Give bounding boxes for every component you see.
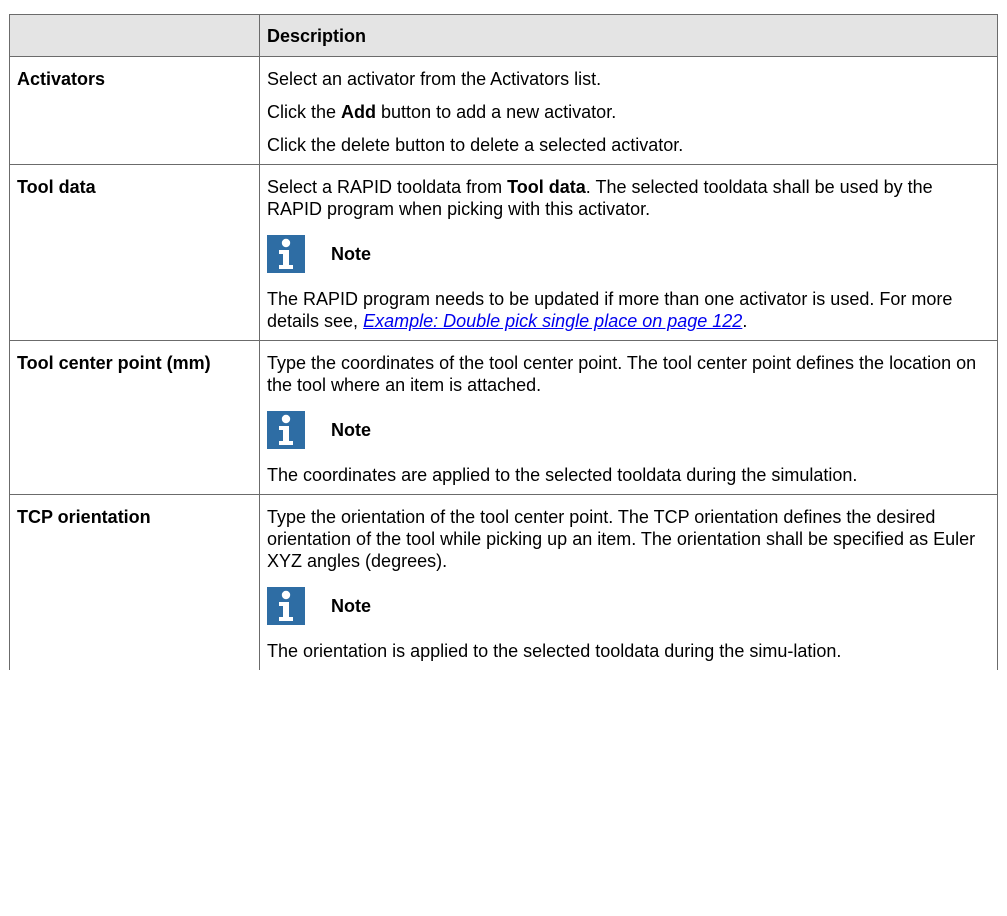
description-text: Click the delete button to delete a sele… xyxy=(267,135,684,155)
table-row: Tool data Select a RAPID tooldata from T… xyxy=(9,164,998,341)
table-row: Tool center point (mm) Type the coordina… xyxy=(9,340,998,495)
description-text: Select an activator from the Activators … xyxy=(267,69,602,89)
table-row: TCP orientation Type the orientation of … xyxy=(9,494,998,670)
row-label-tcp-orientation: TCP orientation xyxy=(9,494,260,670)
info-icon xyxy=(267,411,305,449)
header-cell-description: Description xyxy=(259,14,998,57)
row-description: Select a RAPID tooldata from Tool data. … xyxy=(259,164,998,341)
note-block: Note xyxy=(267,235,990,273)
row-label-tool-center-point: Tool center point (mm) xyxy=(9,340,260,495)
description-text: Select a RAPID tooldata from Tool data. … xyxy=(267,177,933,219)
note-title: Note xyxy=(331,244,371,264)
row-description: Type the coordinates of the tool center … xyxy=(259,340,998,495)
table-header-row: Description xyxy=(9,14,998,57)
ui-term: Add xyxy=(341,102,377,122)
parameter-table: Description Activators Select an activat… xyxy=(9,14,998,670)
info-icon xyxy=(267,587,305,625)
cross-reference-link[interactable]: Example: Double pick single place on pag… xyxy=(363,311,742,331)
row-label-tool-data: Tool data xyxy=(9,164,260,341)
description-text: Type the coordinates of the tool center … xyxy=(267,353,977,395)
ui-term: Tool data xyxy=(507,177,586,197)
note-title: Note xyxy=(331,420,371,440)
info-icon xyxy=(267,235,305,273)
description-text: Type the orientation of the tool center … xyxy=(267,507,976,571)
note-text: The RAPID program needs to be updated if… xyxy=(267,289,953,331)
row-description: Select an activator from the Activators … xyxy=(259,56,998,165)
note-text: The coordinates are applied to the selec… xyxy=(267,465,858,485)
note-title: Note xyxy=(331,596,371,616)
note-text: The orientation is applied to the select… xyxy=(267,641,842,661)
description-text: Click the Add button to add a new activa… xyxy=(267,102,617,122)
note-block: Note xyxy=(267,411,990,449)
row-description: Type the orientation of the tool center … xyxy=(259,494,998,670)
header-cell-parameter xyxy=(9,14,260,57)
table-row: Activators Select an activator from the … xyxy=(9,56,998,165)
row-label-activators: Activators xyxy=(9,56,260,165)
note-block: Note xyxy=(267,587,990,625)
